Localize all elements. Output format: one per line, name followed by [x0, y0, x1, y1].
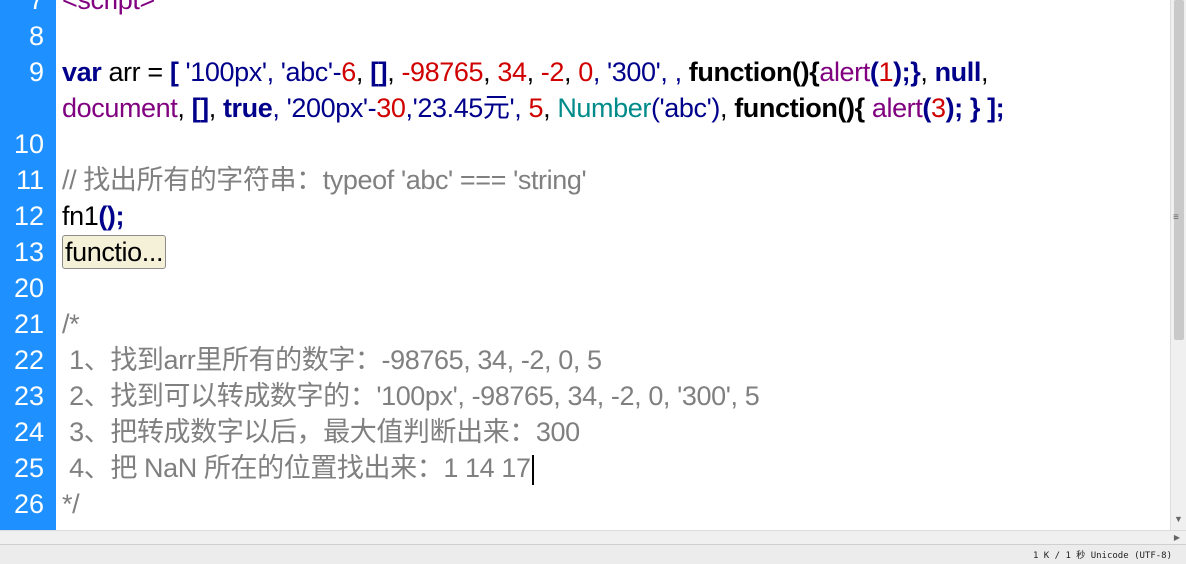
code-line: 24 3、把转成数字以后，最大值判断出来：300	[0, 414, 1170, 450]
line-number: 25	[13, 453, 44, 483]
horizontal-scrollbar[interactable]: ▶	[0, 530, 1186, 545]
line-number: 9	[28, 57, 44, 87]
code-text: <script>	[62, 0, 155, 15]
status-bar: 1 K / 1 秒 Unicode (UTF-8)	[0, 544, 1186, 564]
line-number: 12	[13, 201, 44, 231]
text-cursor	[531, 454, 534, 485]
code-token: (	[922, 93, 931, 123]
code-token: []	[370, 57, 388, 87]
line-number: 21	[13, 309, 44, 339]
code-comment: 2、找到可以转成数字的：'100px', -98765, 34, -2, 0, …	[62, 381, 760, 411]
code-line: 26 */	[0, 486, 1170, 522]
code-token: ,	[719, 93, 735, 123]
code-token: ,	[387, 57, 402, 87]
code-line: 21 /*	[0, 306, 1170, 342]
code-line: 22 1、找到arr里所有的数字：-98765, 34, -2, 0, 5	[0, 342, 1170, 378]
code-token: 3	[930, 93, 946, 123]
code-lines: 7 <script> 8 9 var arr = [ '100px', 'abc…	[0, 0, 1170, 522]
code-token: , '300', ,	[592, 57, 689, 87]
line-number: 23	[13, 381, 44, 411]
code-token: function(){	[734, 93, 865, 123]
code-comment: 1、找到arr里所有的数字：-98765, 34, -2, 0, 5	[62, 345, 602, 375]
line-number: 24	[13, 417, 44, 447]
code-token: );}	[893, 57, 921, 87]
status-text: 1 K / 1 秒 Unicode (UTF-8)	[1032, 551, 1172, 561]
code-token: Number	[557, 93, 651, 123]
code-token: ('abc')	[650, 93, 720, 123]
code-comment: 3、把转成数字以后，最大值判断出来：300	[62, 417, 580, 447]
code-token: ); } ];	[945, 93, 1005, 123]
code-token: ,	[543, 93, 558, 123]
code-token: ,	[526, 57, 541, 87]
vertical-scrollbar[interactable]: ≡ ▼	[1170, 0, 1186, 530]
code-line: 9 var arr = [ '100px', 'abc'-6, [], -987…	[0, 54, 1170, 90]
code-token: ,	[483, 57, 498, 87]
code-token: 5	[528, 93, 544, 123]
code-text: 4、把 NaN 所在的位置找出来：1 14 17	[62, 450, 534, 486]
code-text: functio...	[62, 234, 167, 270]
code-line: 7 <script>	[0, 0, 1170, 18]
code-line: document, [], true, '200px'-30,'23.45元',…	[0, 90, 1170, 126]
code-line: 8	[0, 18, 1170, 54]
line-number: 11	[15, 165, 44, 195]
code-token: fn1	[62, 201, 99, 231]
code-token: ,	[920, 57, 935, 87]
code-token: true	[222, 93, 273, 123]
code-token: alert	[864, 93, 923, 123]
code-token: 1	[878, 57, 894, 87]
code-line: 13 functio...	[0, 234, 1170, 270]
code-token: ();	[98, 201, 125, 231]
code-line: 20	[0, 270, 1170, 306]
code-token: null	[934, 57, 982, 87]
code-comment: */	[62, 489, 80, 519]
code-token: ,	[208, 93, 223, 123]
code-line: 10	[0, 126, 1170, 162]
code-token: function(){	[688, 57, 820, 87]
code-text: var arr = [ '100px', 'abc'-6, [], -98765…	[62, 54, 989, 90]
code-token: -2	[540, 57, 565, 87]
code-line: 11 // 找出所有的字符串：typeof 'abc' === 'string'	[0, 162, 1170, 198]
code-token: ,	[355, 57, 371, 87]
code-token: []	[191, 93, 210, 123]
code-token: arr =	[101, 57, 170, 87]
scrollbar-thumb[interactable]	[1174, 0, 1184, 340]
code-token: ,'23.45元',	[405, 93, 529, 123]
line-number: 8	[28, 21, 44, 51]
code-line: 23 2、找到可以转成数字的：'100px', -98765, 34, -2, …	[0, 378, 1170, 414]
line-number: 20	[13, 273, 44, 303]
code-token: alert	[819, 57, 870, 87]
code-editor[interactable]: 7 <script> 8 9 var arr = [ '100px', 'abc…	[0, 0, 1170, 530]
line-number: 10	[13, 129, 44, 159]
line-number: 26	[13, 489, 44, 519]
code-token: ,	[980, 57, 989, 87]
code-text: document, [], true, '200px'-30,'23.45元',…	[62, 90, 1005, 126]
code-token: document	[62, 93, 178, 123]
scroll-right-arrow-icon[interactable]: ▶	[1174, 533, 1180, 542]
code-comment: // 找出所有的字符串：typeof 'abc' === 'string'	[62, 165, 587, 195]
code-comment: 4、把 NaN 所在的位置找出来：1 14 17	[62, 453, 531, 483]
code-token: -98765	[401, 57, 484, 87]
code-token: 30	[376, 93, 406, 123]
line-number: 22	[13, 345, 44, 375]
code-line: 12 fn1();	[0, 198, 1170, 234]
code-token: ,	[177, 93, 192, 123]
code-token: 34	[497, 57, 527, 87]
code-text: fn1();	[62, 198, 125, 234]
code-line: 25 4、把 NaN 所在的位置找出来：1 14 17	[0, 450, 1170, 486]
line-number: 7	[28, 0, 44, 15]
folded-code-block[interactable]: functio...	[62, 235, 167, 269]
code-token: '100px', 'abc'-	[178, 57, 342, 87]
code-token: 6	[341, 57, 356, 87]
scrollbar-grip-icon: ≡	[1173, 212, 1179, 223]
code-token: var	[62, 57, 102, 87]
line-number: 13	[13, 237, 44, 267]
code-comment: /*	[62, 309, 80, 339]
code-token: , '200px'-	[272, 93, 377, 123]
code-token: ,	[563, 57, 579, 87]
code-token: 0	[578, 57, 593, 87]
scroll-down-arrow-icon[interactable]: ▼	[1174, 514, 1183, 524]
